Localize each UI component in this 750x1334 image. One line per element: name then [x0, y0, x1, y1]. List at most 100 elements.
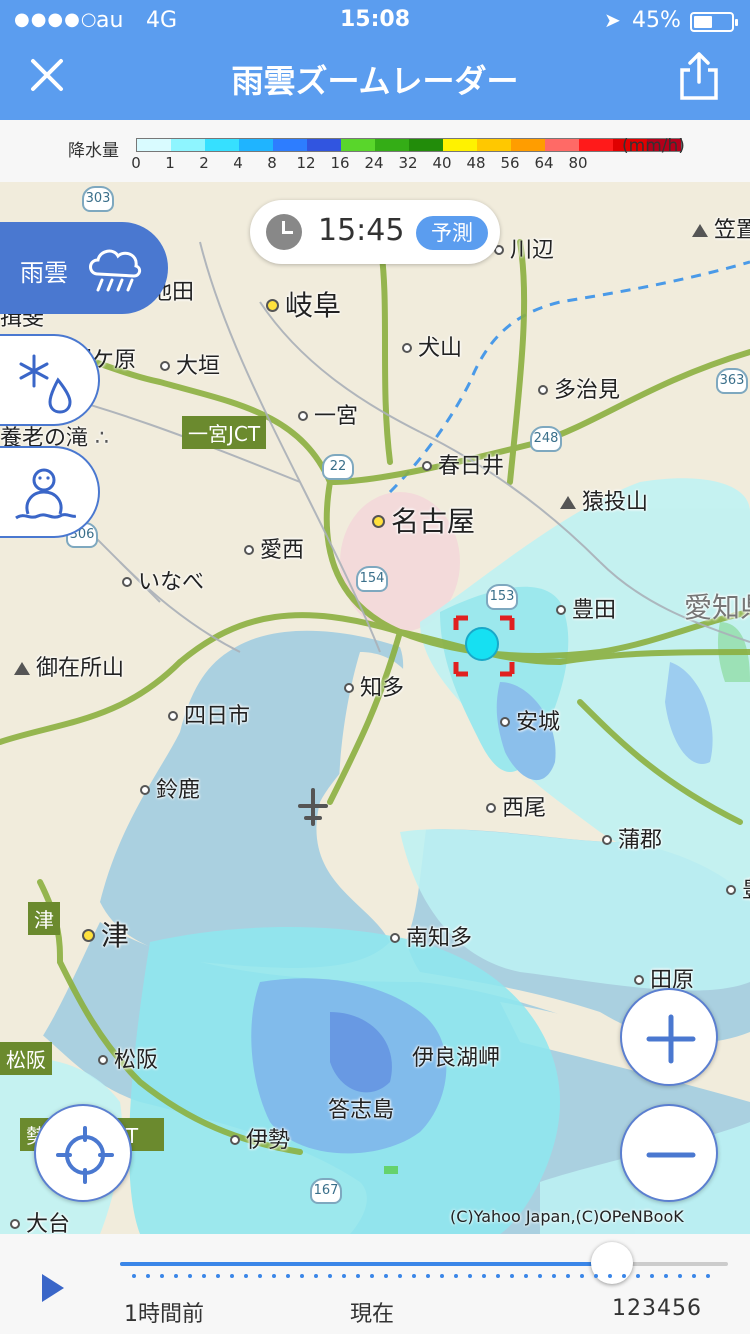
tag-tsu: 津 — [28, 902, 60, 935]
legend-swatch — [307, 139, 341, 151]
place-suzuka: 鈴鹿 — [140, 772, 200, 804]
place-aisai: 愛西 — [244, 532, 304, 564]
legend-tick: 16 — [330, 154, 350, 172]
timeline-tick — [580, 1274, 584, 1278]
legend-swatch — [137, 139, 171, 151]
locate-button[interactable] — [34, 1104, 132, 1202]
legend-swatch — [375, 139, 409, 151]
legend-swatch — [477, 139, 511, 151]
legend-tick: 40 — [432, 154, 452, 172]
place-inabe: いなべ — [122, 564, 204, 596]
layer-rain-button[interactable]: 雨雲 — [0, 222, 168, 314]
location-services-icon: ➤ — [604, 8, 621, 32]
timeline-tick — [692, 1274, 696, 1278]
legend-tick: 1 — [165, 154, 175, 172]
page-title: 雨雲ズームレーダー — [231, 62, 519, 100]
place-nagoya: 名古屋 — [372, 500, 475, 540]
place-iragomisaki: 伊良湖岬 — [412, 1046, 501, 1071]
forecast-badge: 予測 — [416, 216, 488, 250]
legend-tick: 32 — [398, 154, 418, 172]
forecast-time: 15:45 — [318, 213, 405, 248]
timeline-tick — [300, 1274, 304, 1278]
legend-swatch — [545, 139, 579, 151]
place-gamagori: 蒲郡 — [602, 822, 662, 854]
timeline-slider[interactable] — [120, 1242, 728, 1284]
timeline-tick — [328, 1274, 332, 1278]
timeline-tick — [258, 1274, 262, 1278]
legend-tick: 12 — [296, 154, 316, 172]
timeline-progress — [120, 1262, 613, 1266]
timeline-future-labels: 123456 — [612, 1296, 702, 1321]
zoom-out-button[interactable] — [620, 1104, 718, 1202]
app-header: ●●●●○ au 4G 15:08 ➤ 45% 雨雲ズームレーダー — [0, 0, 750, 120]
timeline-tick — [650, 1274, 654, 1278]
timeline-tick — [440, 1274, 444, 1278]
place-ise: 伊勢 — [230, 1122, 290, 1154]
timeline-tick — [370, 1274, 374, 1278]
timeline-tick — [678, 1274, 682, 1278]
place-gifu: 岐阜 — [266, 284, 341, 324]
snowman-icon — [15, 468, 76, 520]
place-inuyama: 犬山 — [402, 330, 462, 362]
place-kawabe: 川辺 — [494, 232, 554, 264]
place-aichi-ken: 愛知県 — [684, 591, 750, 624]
timeline-tick — [538, 1274, 542, 1278]
legend-tick: 48 — [466, 154, 486, 172]
layer-snowfall-button[interactable] — [0, 446, 100, 538]
legend-tick: 64 — [534, 154, 554, 172]
timeline-tick — [468, 1274, 472, 1278]
place-anjo: 安城 — [500, 704, 560, 736]
crosshair-icon — [56, 1126, 114, 1184]
timeline-tick — [608, 1274, 612, 1278]
timeline-tick — [230, 1274, 234, 1278]
place-gozaisho: 御在所山 — [14, 650, 124, 682]
place-tajimi: 多治見 — [538, 372, 620, 404]
route-shield-303: 303 — [82, 186, 114, 212]
place-ichinomiya: 一宮 — [298, 398, 358, 430]
share-button[interactable] — [674, 50, 724, 102]
legend-swatch — [171, 139, 205, 151]
timeline-tick — [454, 1274, 458, 1278]
timeline-bar: 1時間前 現在 123456 — [0, 1234, 750, 1334]
route-shield-153: 153 — [486, 584, 518, 610]
route-shield-363: 363 — [716, 368, 748, 394]
timeline-tick — [552, 1274, 556, 1278]
timeline-tick — [174, 1274, 178, 1278]
play-button[interactable] — [38, 1272, 66, 1304]
timeline-tick — [482, 1274, 486, 1278]
legend-swatch — [443, 139, 477, 151]
legend-swatch — [273, 139, 307, 151]
tag-matsusaka: 松阪 — [0, 1042, 52, 1075]
place-kasagi: 笠置 — [692, 212, 750, 244]
place-ogaki: 大垣 — [160, 348, 220, 380]
timeline-tick — [202, 1274, 206, 1278]
timeline-tick — [272, 1274, 276, 1278]
legend-title: 降水量 — [68, 141, 119, 161]
legend-tick: 2 — [199, 154, 209, 172]
legend-tick: 8 — [267, 154, 277, 172]
legend-unit: (mm/h) — [622, 136, 685, 156]
timeline-past-label: 1時間前 — [124, 1302, 204, 1327]
legend-tick: 24 — [364, 154, 384, 172]
place-chita: 知多 — [344, 670, 404, 702]
status-bar: ●●●●○ au 4G 15:08 ➤ 45% — [0, 0, 750, 40]
timeline-tick — [384, 1274, 388, 1278]
place-toyo-partial: 豊 — [726, 872, 750, 904]
timeline-tick — [594, 1274, 598, 1278]
timeline-tick — [356, 1274, 360, 1278]
timeline-tick — [706, 1274, 710, 1278]
route-shield-167: 167 — [310, 1178, 342, 1204]
timeline-tick — [524, 1274, 528, 1278]
layer-snow-button[interactable] — [0, 334, 100, 426]
legend-color-scale — [136, 138, 682, 152]
rain-cloud-icon — [89, 249, 142, 292]
timeline-tick — [160, 1274, 164, 1278]
timeline-ticks — [120, 1274, 728, 1284]
minus-icon — [646, 1152, 696, 1158]
place-toshijima: 答志島 — [328, 1098, 395, 1123]
timeline-tick — [188, 1274, 192, 1278]
timeline-tick — [286, 1274, 290, 1278]
zoom-in-button[interactable] — [620, 988, 718, 1086]
timeline-tick — [566, 1274, 570, 1278]
precipitation-legend: 降水量 0 1 2 4 8 12 16 24 32 40 48 56 64 80 (mm/h) — [0, 120, 750, 182]
